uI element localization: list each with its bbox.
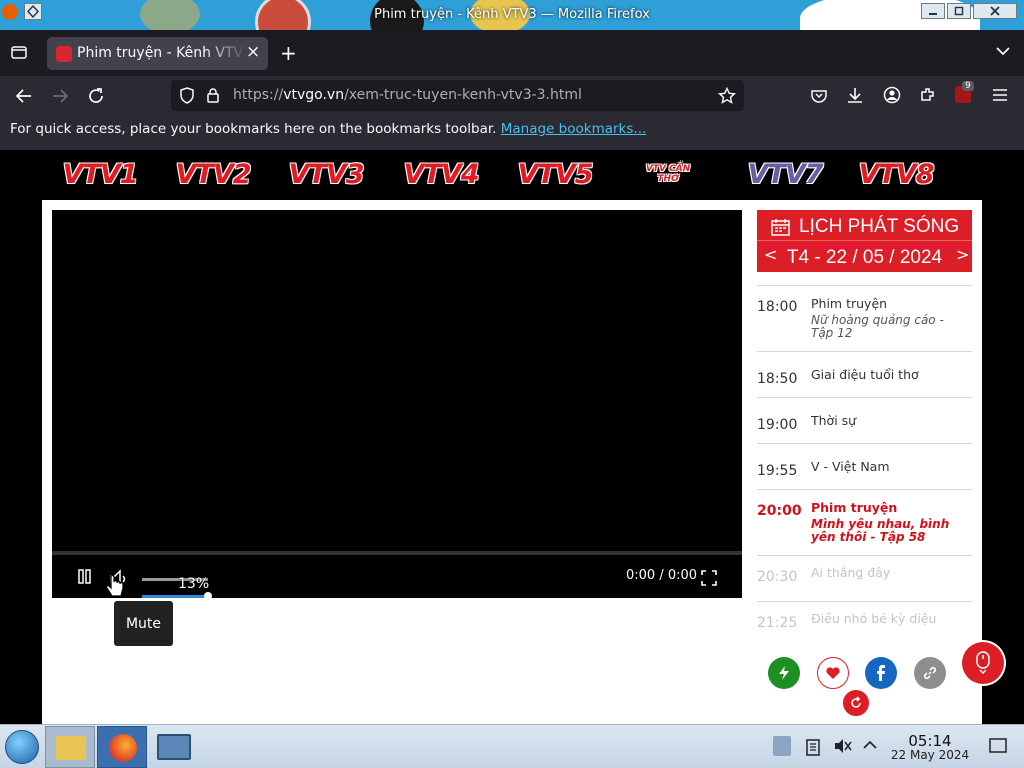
schedule-episode: Mình yêu nhau, bình yên thôi - Tập 58: [811, 517, 950, 544]
calendar-icon: [771, 218, 791, 236]
close-tab-icon[interactable]: ×: [246, 42, 260, 62]
channel-vtv-cantho[interactable]: VTV CẦN THƠ: [640, 158, 696, 190]
next-day-button[interactable]: >: [956, 245, 969, 264]
schedule-program-name: Phim truyện: [811, 296, 888, 311]
pause-icon[interactable]: [76, 568, 94, 586]
address-bar[interactable]: https://vtvgo.vn/xem-truc-tuyen-kenh-vtv…: [171, 80, 744, 111]
schedule-list: Tỏ vàng bạch thị 18:00 Phim truyện Nữ hoàng…: [757, 272, 972, 642]
schedule-time: 19:00: [757, 417, 798, 433]
firefox-icon: [109, 734, 137, 762]
copy-link-button[interactable]: [914, 657, 946, 689]
bookmark-star-icon[interactable]: [718, 87, 736, 105]
schedule-time: 21:25: [757, 615, 798, 631]
volume-muted-tray-icon[interactable]: [833, 737, 853, 755]
tray-expand-icon[interactable]: [862, 739, 878, 751]
schedule-item[interactable]: 20:30 Ai thắng đây: [757, 556, 972, 602]
schedule-item[interactable]: 21:25 Điều nhỏ bé kỳ diệu: [757, 602, 972, 642]
channel-vtv7[interactable]: VTV7: [747, 158, 824, 190]
window-title: Phim truyện - Kênh VTV3 — Mozilla Firefo…: [374, 7, 650, 22]
new-tab-button[interactable]: +: [280, 41, 297, 65]
schedule-program-name: V - Việt Nam: [811, 459, 890, 474]
schedule-program-name: Thời sự: [811, 413, 857, 428]
clipboard-tray-icon[interactable]: [805, 738, 821, 756]
channel-vtv2[interactable]: VTV2: [175, 158, 252, 190]
channel-vtv3[interactable]: VTV3: [288, 158, 365, 190]
bookmarks-toolbar: For quick access, place your bookmarks h…: [0, 116, 1024, 150]
prev-day-button[interactable]: <: [764, 245, 777, 264]
schedule-episode: Nữ hoàng quảng cáo - Tập 12: [811, 313, 944, 340]
pocket-icon[interactable]: [810, 87, 828, 105]
url-text[interactable]: https://vtvgo.vn/xem-truc-tuyen-kenh-vtv…: [233, 87, 582, 103]
navigation-toolbar: https://vtvgo.vn/xem-truc-tuyen-kenh-vtv…: [0, 76, 1024, 116]
schedule-time: 19:55: [757, 463, 798, 479]
taskbar-file-manager[interactable]: [45, 726, 95, 768]
schedule-time: 20:00: [757, 503, 802, 519]
scroll-mouse-button[interactable]: [962, 642, 1004, 684]
video-player[interactable]: 13% 0:00 / 0:00: [52, 210, 742, 600]
manage-bookmarks-link[interactable]: Manage bookmarks...: [501, 121, 647, 137]
taskbar: 05:14 22 May 2024: [0, 724, 1024, 768]
schedule-item[interactable]: 19:55 V - Việt Nam: [757, 444, 972, 490]
seek-bar[interactable]: [52, 551, 742, 555]
tracking-shield-icon[interactable]: [179, 87, 195, 105]
favorite-button[interactable]: [817, 657, 849, 689]
facebook-share-button[interactable]: [865, 657, 897, 689]
hand-cursor-icon: [104, 574, 126, 600]
system-monitor-icon[interactable]: [157, 734, 191, 760]
vtv-favicon-icon: [56, 46, 72, 62]
reload-icon[interactable]: [87, 87, 105, 105]
start-menu-icon[interactable]: [5, 730, 39, 764]
channel-vtv1[interactable]: VTV1: [62, 158, 139, 190]
volume-level-bar[interactable]: [142, 595, 208, 598]
close-window-button[interactable]: [973, 3, 1017, 19]
schedule-item[interactable]: 18:50 Giai điệu tuổi thơ: [757, 352, 972, 398]
schedule-program-name: Ai thắng đây: [811, 565, 891, 580]
mute-tooltip: Mute: [114, 601, 173, 646]
share-flash-button[interactable]: [768, 657, 800, 689]
channel-vtv4[interactable]: VTV4: [403, 158, 480, 190]
schedule-header: LỊCH PHÁT SÓNG T4 - 22 / 05 / 2024 < >: [757, 210, 972, 272]
clock-date[interactable]: 22 May 2024: [880, 748, 980, 762]
downloads-icon[interactable]: [846, 86, 864, 104]
extension-badge: 9: [962, 81, 974, 91]
fullscreen-icon[interactable]: [700, 569, 718, 587]
schedule-date: T4 - 22 / 05 / 2024: [757, 246, 972, 269]
schedule-title: LỊCH PHÁT SÓNG: [799, 216, 960, 237]
schedule-time: 18:50: [757, 371, 798, 387]
lock-icon[interactable]: [206, 87, 220, 104]
volume-knob[interactable]: [204, 592, 212, 600]
bookmarks-hint: For quick access, place your bookmarks h…: [10, 121, 497, 137]
account-icon[interactable]: [883, 86, 901, 104]
back-icon[interactable]: [15, 87, 33, 105]
schedule-program-name: Phim truyện: [811, 500, 898, 515]
schedule-item[interactable]: Tỏ vàng bạch thị: [757, 272, 972, 286]
tab-label: Phim truyện - Kênh VTV3: [77, 45, 247, 61]
schedule-program-name: Điều nhỏ bé kỳ diệu: [811, 611, 937, 626]
menu-hamburger-icon[interactable]: [991, 87, 1009, 103]
schedule-program-name: Giai điệu tuổi thơ: [811, 367, 919, 382]
tab-vtv3[interactable]: Phim truyện - Kênh VTV3 ×: [47, 37, 268, 70]
channel-vtv8[interactable]: VTV8: [858, 158, 935, 190]
show-desktop-icon[interactable]: [989, 738, 1007, 754]
folder-icon: [56, 736, 86, 760]
schedule-item[interactable]: 20:00 Phim truyện Mình yêu nhau, bình yên …: [757, 490, 972, 556]
volume-percent: 13%: [178, 576, 210, 592]
reload-stream-button[interactable]: [841, 688, 871, 718]
list-all-tabs-icon[interactable]: [995, 45, 1011, 57]
forward-icon[interactable]: [51, 87, 69, 105]
time-display: 0:00 / 0:00: [626, 568, 698, 583]
extensions-icon[interactable]: [919, 86, 937, 104]
minimize-button[interactable]: [921, 3, 945, 19]
taskbar-firefox[interactable]: [97, 726, 147, 768]
schedule-time: 18:00: [757, 299, 798, 315]
schedule-time: 20:30: [757, 569, 798, 585]
schedule-item[interactable]: 19:00 Thời sự: [757, 398, 972, 444]
maximize-button[interactable]: [947, 3, 971, 19]
schedule-item[interactable]: 18:00 Phim truyện Nữ hoàng quảng cáo - Tập…: [757, 286, 972, 352]
window-titlebar: Phim truyện - Kênh VTV3 — Mozilla Firefo…: [0, 0, 1024, 30]
tab-manager-icon[interactable]: [10, 43, 28, 61]
network-tray-icon[interactable]: [773, 736, 791, 756]
channel-vtv5[interactable]: VTV5: [517, 158, 594, 190]
